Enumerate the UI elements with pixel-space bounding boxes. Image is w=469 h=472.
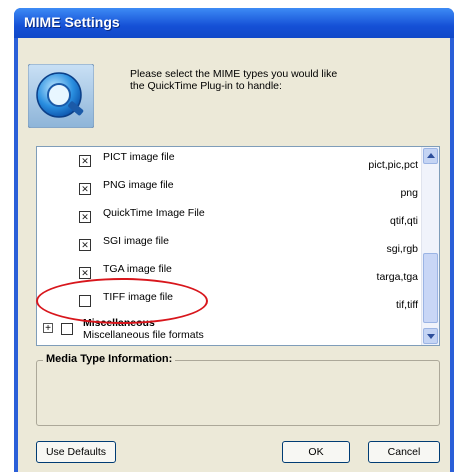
scroll-down-icon[interactable] bbox=[423, 328, 438, 344]
checkbox[interactable] bbox=[79, 267, 91, 279]
ok-button[interactable]: OK bbox=[282, 441, 350, 463]
file-extensions: targa,tga bbox=[376, 271, 418, 283]
quicktime-logo-icon bbox=[28, 64, 94, 128]
title-bar: MIME Settings bbox=[14, 8, 454, 38]
checkbox[interactable] bbox=[79, 155, 91, 167]
file-extensions: tif,tiff bbox=[396, 299, 418, 311]
checkbox[interactable] bbox=[79, 239, 91, 251]
checkbox[interactable] bbox=[79, 211, 91, 223]
list-item[interactable]: TGA image file targa,tga bbox=[37, 261, 422, 287]
file-extensions: sgi,rgb bbox=[386, 243, 418, 255]
file-extensions: qtif,qti bbox=[389, 215, 418, 227]
list-item[interactable]: PNG image file png bbox=[37, 177, 422, 203]
group-sublabel: Miscellaneous file formats bbox=[83, 329, 204, 341]
checkbox[interactable] bbox=[61, 323, 73, 335]
mime-type-label: TIFF image file bbox=[103, 291, 174, 303]
use-defaults-button[interactable]: Use Defaults bbox=[36, 441, 116, 463]
scroll-thumb[interactable] bbox=[423, 253, 438, 323]
checkbox[interactable] bbox=[79, 295, 91, 307]
mime-type-label: PNG image file bbox=[103, 179, 174, 191]
list-item[interactable]: QuickTime Image File qtif,qti bbox=[37, 205, 422, 231]
intro-text: Please select the MIME types you would l… bbox=[130, 68, 338, 92]
dialog-body: Please select the MIME types you would l… bbox=[18, 38, 450, 472]
checkbox[interactable] bbox=[79, 183, 91, 195]
expand-icon[interactable]: + bbox=[43, 323, 53, 334]
mime-type-label: QuickTime Image File bbox=[103, 207, 205, 219]
file-extensions: pict,pic,pct bbox=[368, 159, 418, 171]
scroll-up-icon[interactable] bbox=[423, 148, 438, 164]
mime-settings-window: MIME Settings Please select the MIME typ… bbox=[14, 8, 454, 472]
list-item[interactable]: TIFF image file tif,tiff bbox=[37, 289, 422, 315]
mime-type-label: PICT image file bbox=[103, 151, 175, 163]
list-item-group[interactable]: + Miscellaneous Miscellaneous file forma… bbox=[37, 317, 422, 343]
media-type-information-panel: Media Type Information: bbox=[36, 353, 440, 426]
panel-title: Media Type Information: bbox=[43, 353, 176, 365]
mime-type-label: SGI image file bbox=[103, 235, 169, 247]
file-extensions: png bbox=[400, 187, 418, 199]
window-title: MIME Settings bbox=[24, 14, 120, 30]
cancel-button[interactable]: Cancel bbox=[368, 441, 440, 463]
mime-type-label: TGA image file bbox=[103, 263, 172, 275]
list-item[interactable]: PICT image file pict,pic,pct bbox=[37, 149, 422, 175]
vertical-scrollbar[interactable] bbox=[421, 147, 439, 345]
list-item[interactable]: SGI image file sgi,rgb bbox=[37, 233, 422, 259]
group-label: Miscellaneous bbox=[83, 317, 155, 329]
mime-type-list[interactable]: PICT image file pict,pic,pct PNG image f… bbox=[36, 146, 440, 346]
